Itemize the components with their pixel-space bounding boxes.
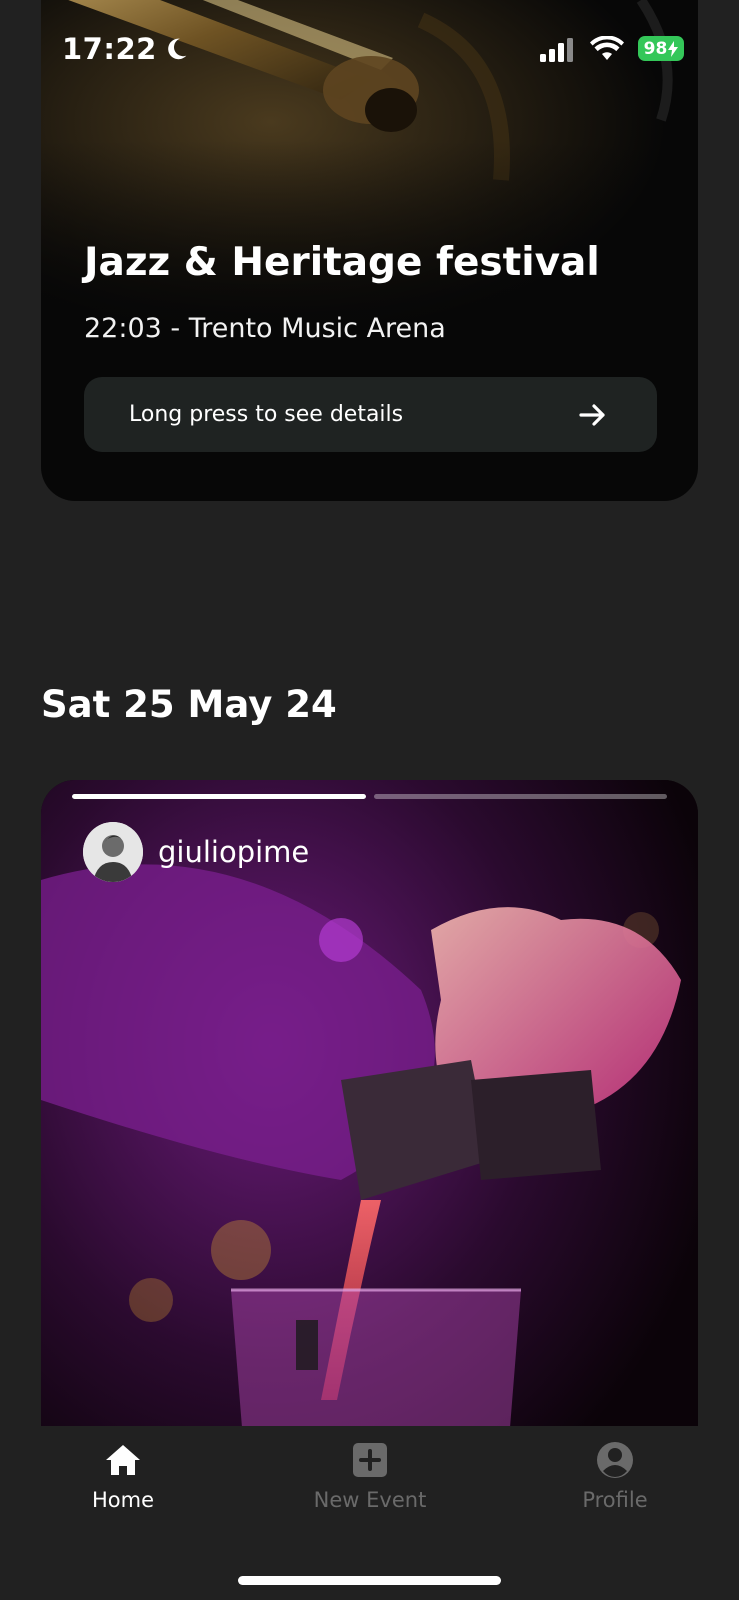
nav-item-home[interactable]: Home: [23, 1440, 223, 1512]
story-progress: [72, 794, 667, 799]
home-indicator[interactable]: [238, 1576, 501, 1585]
date-header: Sat 25 May 24: [41, 683, 337, 726]
nav-label-home: Home: [91, 1488, 154, 1512]
arrow-right-icon: [579, 404, 605, 426]
moon-icon: [167, 38, 187, 60]
battery-level: 98: [643, 38, 668, 59]
avatar[interactable]: [83, 822, 143, 882]
progress-fill: [72, 794, 366, 799]
story-user[interactable]: giuliopime: [83, 822, 309, 882]
progress-segment: [72, 794, 366, 799]
nav-label-new-event: New Event: [313, 1488, 427, 1512]
status-time: 17:22: [62, 32, 189, 66]
event-title: Jazz & Heritage festival: [84, 240, 600, 285]
wifi-icon: [590, 36, 624, 60]
details-button-label: Long press to see details: [129, 402, 404, 427]
bottom-nav: Home New Event Profile: [0, 1426, 739, 1600]
signal-icon: [540, 38, 573, 62]
home-icon: [106, 1445, 140, 1475]
charging-bolt-icon: [668, 40, 679, 57]
status-time-text: 17:22: [62, 32, 157, 66]
nav-label-profile: Profile: [582, 1488, 648, 1512]
story-username[interactable]: giuliopime: [158, 835, 309, 869]
nav-item-new-event[interactable]: New Event: [270, 1440, 470, 1512]
details-button[interactable]: Long press to see details: [84, 377, 657, 452]
plus-square-icon: [353, 1443, 387, 1477]
event-subtitle: 22:03 - Trento Music Arena: [84, 313, 446, 344]
progress-segment: [373, 794, 667, 799]
battery-indicator: 98: [638, 36, 684, 61]
account-circle-icon: [597, 1442, 633, 1478]
nav-item-profile[interactable]: Profile: [515, 1440, 715, 1512]
avatar-image: [83, 822, 143, 882]
status-bar: 17:22 98: [0, 0, 739, 100]
